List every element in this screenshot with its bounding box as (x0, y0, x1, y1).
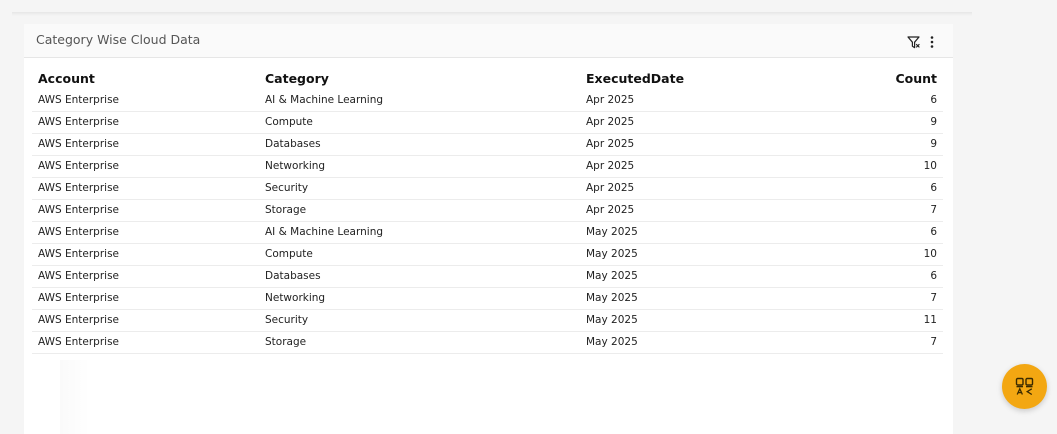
column-header-account[interactable]: Account (38, 71, 95, 86)
cell-category: AI & Machine Learning (265, 226, 384, 238)
cell-account: AWS Enterprise (38, 248, 120, 260)
cell-executed-date: Apr 2025 (586, 94, 635, 106)
cell-category: AI & Machine Learning (265, 94, 384, 106)
cell-count: 11 (923, 314, 937, 326)
cell-category: Storage (265, 204, 307, 216)
table-row[interactable]: AWS Enterprise AI & Machine Learning May 2… (32, 222, 943, 244)
column-header-count[interactable]: Count (895, 71, 937, 86)
table-row[interactable]: AWS Enterprise Storage May 2025 7 (32, 332, 943, 354)
table-row[interactable]: AWS Enterprise Networking May 2025 7 (32, 288, 943, 310)
cell-count: 6 (930, 182, 937, 194)
widget-title: Category Wise Cloud Data (36, 32, 201, 47)
data-table: Account Category ExecutedDate Count AWS … (32, 67, 943, 354)
table-row[interactable]: AWS Enterprise AI & Machine Learning Apr 2… (32, 90, 943, 112)
page: Category Wise Cloud Data Account Categor… (0, 0, 1057, 434)
top-shadow (12, 12, 972, 16)
table-row[interactable]: AWS Enterprise Compute Apr 2025 9 (32, 112, 943, 134)
table-body: AWS Enterprise AI & Machine Learning Apr 2… (32, 90, 943, 354)
more-vertical-icon[interactable] (928, 34, 936, 48)
cell-executed-date: Apr 2025 (586, 138, 635, 150)
cell-account: AWS Enterprise (38, 314, 120, 326)
table-row[interactable]: AWS Enterprise Databases May 2025 6 (32, 266, 943, 288)
widget-header: Category Wise Cloud Data (24, 24, 953, 58)
table-row[interactable]: AWS Enterprise Compute May 2025 10 (32, 244, 943, 266)
cell-count: 7 (930, 204, 937, 216)
cell-category: Compute (265, 248, 313, 260)
table-row[interactable]: AWS Enterprise Security Apr 2025 6 (32, 178, 943, 200)
table-row[interactable]: AWS Enterprise Networking Apr 2025 10 (32, 156, 943, 178)
cell-account: AWS Enterprise (38, 270, 120, 282)
cell-count: 7 (930, 292, 937, 304)
column-header-executed-date[interactable]: ExecutedDate (586, 71, 684, 86)
cell-account: AWS Enterprise (38, 292, 120, 304)
cell-count: 10 (923, 160, 937, 172)
cell-category: Databases (265, 270, 321, 282)
column-header-category[interactable]: Category (265, 71, 329, 86)
cell-executed-date: Apr 2025 (586, 204, 635, 216)
cell-count: 6 (930, 94, 937, 106)
background-shadow (60, 360, 90, 434)
cell-account: AWS Enterprise (38, 182, 120, 194)
cell-count: 6 (930, 270, 937, 282)
cell-count: 6 (930, 226, 937, 238)
cell-category: Databases (265, 138, 321, 150)
widget-card: Category Wise Cloud Data Account Categor… (24, 24, 953, 434)
table-row[interactable]: AWS Enterprise Databases Apr 2025 9 (32, 134, 943, 156)
cell-category: Compute (265, 116, 313, 128)
cell-account: AWS Enterprise (38, 204, 120, 216)
cell-count: 10 (923, 248, 937, 260)
table-row[interactable]: AWS Enterprise Storage Apr 2025 7 (32, 200, 943, 222)
cell-executed-date: Apr 2025 (586, 160, 635, 172)
table-row[interactable]: AWS Enterprise Security May 2025 11 (32, 310, 943, 332)
filter-icon[interactable] (907, 34, 921, 49)
cell-executed-date: May 2025 (586, 270, 638, 282)
cell-category: Security (265, 314, 309, 326)
cell-account: AWS Enterprise (38, 116, 120, 128)
cell-category: Networking (265, 160, 326, 172)
cell-executed-date: May 2025 (586, 336, 638, 348)
translate-icon (1015, 377, 1034, 396)
cell-account: AWS Enterprise (38, 336, 120, 348)
cell-account: AWS Enterprise (38, 226, 120, 238)
cell-count: 9 (930, 116, 937, 128)
cell-account: AWS Enterprise (38, 138, 120, 150)
cell-category: Security (265, 182, 309, 194)
table-header-row: Account Category ExecutedDate Count (32, 67, 943, 90)
translate-fab-button[interactable] (1002, 364, 1047, 409)
cell-category: Storage (265, 336, 307, 348)
cell-count: 9 (930, 138, 937, 150)
cell-executed-date: Apr 2025 (586, 116, 635, 128)
cell-executed-date: May 2025 (586, 314, 638, 326)
cell-executed-date: Apr 2025 (586, 182, 635, 194)
cell-count: 7 (930, 336, 937, 348)
cell-executed-date: May 2025 (586, 248, 638, 260)
cell-category: Networking (265, 292, 326, 304)
cell-executed-date: May 2025 (586, 226, 638, 238)
cell-executed-date: May 2025 (586, 292, 638, 304)
cell-account: AWS Enterprise (38, 160, 120, 172)
cell-account: AWS Enterprise (38, 94, 120, 106)
